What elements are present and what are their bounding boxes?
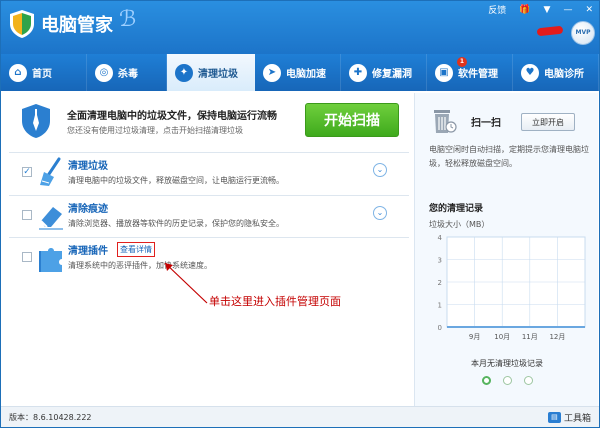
item-title[interactable]: 清除痕迹 bbox=[68, 200, 108, 215]
banner-subtitle: 您还没有使用过垃圾清理，点击开始扫描清理垃圾 bbox=[67, 126, 243, 135]
x-tick-label: 12月 bbox=[549, 333, 565, 341]
tab-broom[interactable]: ✦ 清理垃圾 bbox=[167, 54, 255, 91]
annotation-text: 单击这里进入插件管理页面 bbox=[209, 295, 341, 308]
feedback-link[interactable]: 反馈 bbox=[488, 3, 506, 16]
antivirus-icon: ◎ bbox=[95, 63, 113, 82]
item-description: 清理电脑中的垃圾文件，释放磁盘空间，让电脑运行更流畅。 bbox=[68, 176, 284, 185]
right-panel: 扫一扫 立即开启 电脑空闲时自动扫描，定期提示您清理电脑垃圾，轻松释放磁盘空间。… bbox=[414, 93, 598, 406]
x-tick-label: 10月 bbox=[494, 333, 510, 341]
pager-dot[interactable] bbox=[481, 376, 491, 385]
expand-chevron-icon[interactable]: ⌄ bbox=[373, 163, 387, 177]
junk-checkbox[interactable]: ✓ bbox=[22, 167, 32, 177]
expand-chevron-icon[interactable]: ⌄ bbox=[373, 206, 387, 220]
tab-rocket[interactable]: ➤ 电脑加速 bbox=[255, 54, 341, 91]
tab-label: 修复漏洞 bbox=[372, 69, 412, 80]
home-icon: ⌂ bbox=[9, 63, 27, 82]
tab-label: 电脑加速 bbox=[286, 69, 326, 80]
y-tick-label: 3 bbox=[438, 257, 442, 265]
toolbox-icon: ▤ bbox=[547, 412, 561, 423]
clean-item-junk[interactable]: ✓ 清理垃圾 清理电脑中的垃圾文件，释放磁盘空间，让电脑运行更流畅。 ⌄ bbox=[9, 153, 409, 195]
x-tick-label: 11月 bbox=[522, 333, 538, 341]
traces-checkbox[interactable] bbox=[22, 210, 32, 220]
pager-dot[interactable] bbox=[502, 376, 512, 385]
x-tick-label: 9月 bbox=[469, 333, 480, 341]
avatar[interactable]: MVP bbox=[571, 21, 595, 45]
trash-clock-icon bbox=[434, 110, 457, 133]
clean-record-chart: 4 3 2 1 0 9月 10月 11月 12月 bbox=[438, 235, 586, 341]
title-bar: 电脑管家 ℬ 反馈 🎁 ▼ — ✕ MVP bbox=[1, 1, 599, 54]
chart-unit-label: 垃圾大小（MB） bbox=[429, 220, 490, 229]
gift-icon[interactable]: 🎁 bbox=[519, 5, 530, 15]
annotation-arrow bbox=[164, 262, 208, 304]
y-tick-label: 0 bbox=[438, 324, 442, 332]
banner-title: 全面清理电脑中的垃圾文件，保持电脑运行流畅 bbox=[67, 111, 277, 122]
tab-antivirus[interactable]: ◎ 杀毒 bbox=[87, 54, 167, 91]
tab-label: 清理垃圾 bbox=[198, 69, 238, 80]
close-button[interactable]: ✕ bbox=[585, 5, 593, 15]
chart-pager bbox=[415, 376, 599, 385]
redacted-username bbox=[536, 25, 564, 37]
update-badge: 1 bbox=[457, 57, 467, 67]
version-label: 版本：8.6.10428.222 bbox=[9, 413, 92, 422]
app-window: 电脑管家 ℬ 反馈 🎁 ▼ — ✕ MVP ⌂ 首页 ◎ 杀毒 ✦ 清理垃圾 ➤ 电脑加速 ✚ 修… bbox=[0, 0, 600, 428]
window-controls: 反馈 🎁 ▼ — ✕ bbox=[488, 3, 593, 17]
y-tick-label: 1 bbox=[438, 302, 442, 310]
status-bar: 版本：8.6.10428.222 ▤ 工具箱 bbox=[1, 406, 599, 427]
software-icon: ▣ bbox=[435, 63, 453, 82]
eraser-icon bbox=[39, 207, 63, 230]
view-details-link[interactable]: 查看详情 bbox=[117, 242, 155, 257]
puzzle-plugin-icon bbox=[39, 248, 62, 272]
y-tick-label: 2 bbox=[438, 279, 442, 287]
plugins-checkbox[interactable] bbox=[22, 252, 32, 262]
tab-patch[interactable]: ✚ 修复漏洞 bbox=[341, 54, 427, 91]
start-scan-button[interactable]: 开始扫描 bbox=[305, 103, 399, 137]
tab-software[interactable]: ▣ 1 软件管理 bbox=[427, 54, 513, 91]
toolbox-label: 工具箱 bbox=[563, 414, 591, 424]
tab-label: 电脑诊所 bbox=[544, 69, 584, 80]
tab-clinic[interactable]: ♥ 电脑诊所 bbox=[513, 54, 599, 91]
broom-icon: ✦ bbox=[175, 63, 193, 82]
title-decoration: ℬ bbox=[119, 7, 137, 32]
enable-now-button[interactable]: 立即开启 bbox=[521, 113, 575, 131]
clinic-icon: ♥ bbox=[521, 63, 539, 82]
pager-dot[interactable] bbox=[523, 376, 533, 385]
item-title[interactable]: 清理插件 bbox=[68, 242, 108, 257]
broom-icon bbox=[40, 157, 61, 186]
tab-home[interactable]: ⌂ 首页 bbox=[1, 54, 87, 91]
app-title: 电脑管家 bbox=[41, 15, 113, 36]
tab-label: 首页 bbox=[32, 69, 52, 80]
minimize-button[interactable]: — bbox=[563, 5, 572, 15]
y-tick-label: 4 bbox=[438, 235, 443, 242]
toolbox-button[interactable]: ▤ 工具箱 bbox=[547, 411, 591, 424]
patch-icon: ✚ bbox=[349, 63, 367, 82]
item-description: 清除浏览器、播放器等软件的历史记录，保护您的隐私安全。 bbox=[68, 219, 284, 228]
main-tab-bar: ⌂ 首页 ◎ 杀毒 ✦ 清理垃圾 ➤ 电脑加速 ✚ 修复漏洞 ▣ 1 软件管理 ♥ 电脑诊所 bbox=[1, 54, 599, 91]
shield-broom-icon bbox=[22, 104, 50, 138]
scan-description: 电脑空闲时自动扫描，定期提示您清理电脑垃圾，轻松释放磁盘空间。 bbox=[429, 145, 589, 168]
item-title[interactable]: 清理垃圾 bbox=[68, 157, 108, 172]
chart-empty-text: 本月无清理垃圾记录 bbox=[471, 359, 543, 368]
tab-label: 软件管理 bbox=[458, 69, 498, 80]
clean-item-traces[interactable]: 清除痕迹 清除浏览器、播放器等软件的历史记录，保护您的隐私安全。 ⌄ bbox=[9, 196, 409, 238]
shield-logo-icon bbox=[10, 10, 34, 38]
scan-title: 扫一扫 bbox=[471, 118, 501, 129]
clean-banner: 全面清理电脑中的垃圾文件，保持电脑运行流畅 您还没有使用过垃圾清理，点击开始扫描… bbox=[9, 95, 409, 151]
tab-label: 杀毒 bbox=[118, 69, 138, 80]
menu-dropdown-icon[interactable]: ▼ bbox=[544, 5, 551, 15]
record-title: 您的清理记录 bbox=[429, 204, 484, 214]
rocket-icon: ➤ bbox=[263, 63, 281, 82]
